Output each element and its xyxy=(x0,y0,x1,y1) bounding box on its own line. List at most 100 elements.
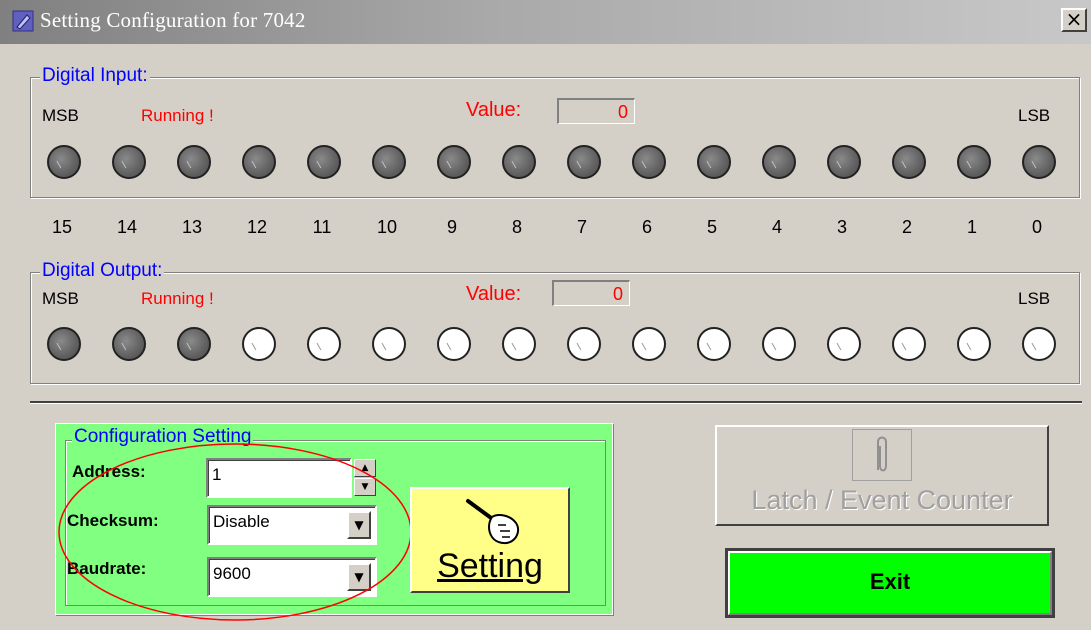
input-led-bit-9 xyxy=(437,145,471,179)
output-led-bit-4[interactable] xyxy=(762,327,796,361)
led-glint xyxy=(56,339,67,351)
output-led-bit-6[interactable] xyxy=(632,327,666,361)
bit-number-1: 1 xyxy=(966,217,977,237)
led-glint xyxy=(316,157,327,169)
output-led-bit-0[interactable] xyxy=(1022,327,1056,361)
bit-number-8: 8 xyxy=(511,217,522,237)
input-led-bit-11 xyxy=(307,145,341,179)
latch-event-counter-button[interactable]: Latch / Event Counter xyxy=(715,425,1049,526)
bit-number-7: 7 xyxy=(576,217,587,237)
bit-number-10: 10 xyxy=(376,217,398,237)
led-glint xyxy=(251,157,262,169)
bit-number-5: 5 xyxy=(706,217,717,237)
led-glint xyxy=(576,339,587,351)
led-glint xyxy=(966,339,977,351)
input-led-bit-2 xyxy=(892,145,926,179)
led-glint xyxy=(251,339,262,351)
digital-output-lsb: LSB xyxy=(1018,289,1051,308)
led-glint xyxy=(641,339,652,351)
output-led-bit-3[interactable] xyxy=(827,327,861,361)
output-led-bit-9[interactable] xyxy=(437,327,471,361)
output-led-bit-14[interactable] xyxy=(112,327,146,361)
output-led-bit-5[interactable] xyxy=(697,327,731,361)
digital-input-lsb: LSB xyxy=(1018,106,1051,125)
digital-input-status: Running ! xyxy=(141,106,214,125)
input-led-bit-4 xyxy=(762,145,796,179)
led-glint xyxy=(186,339,197,351)
led-glint xyxy=(316,339,327,351)
output-led-bit-11[interactable] xyxy=(307,327,341,361)
latch-event-counter-label: Latch / Event Counter xyxy=(751,485,1013,515)
input-led-bit-1 xyxy=(957,145,991,179)
led-glint xyxy=(121,157,132,169)
output-led-bit-1[interactable] xyxy=(957,327,991,361)
paperclip-icon xyxy=(852,429,912,481)
highlight-ellipse xyxy=(58,443,412,621)
led-glint xyxy=(966,157,977,169)
digital-input-value: 0 xyxy=(557,98,635,124)
exit-button[interactable]: Exit xyxy=(725,548,1055,618)
bit-number-11: 11 xyxy=(312,217,332,237)
led-glint xyxy=(186,157,197,169)
input-led-bit-13 xyxy=(177,145,211,179)
input-led-bit-5 xyxy=(697,145,731,179)
bit-number-13: 13 xyxy=(181,217,203,237)
led-glint xyxy=(1031,157,1042,169)
led-glint xyxy=(576,157,587,169)
led-glint xyxy=(836,157,847,169)
output-led-bit-10[interactable] xyxy=(372,327,406,361)
title-bar: Setting Configuration for 7042 × xyxy=(0,0,1091,44)
app-icon xyxy=(12,10,34,32)
input-led-bit-3 xyxy=(827,145,861,179)
bit-number-4: 4 xyxy=(771,217,782,237)
led-glint xyxy=(381,157,392,169)
bit-number-12: 12 xyxy=(246,217,268,237)
led-glint xyxy=(446,157,457,169)
input-led-bit-8 xyxy=(502,145,536,179)
led-glint xyxy=(771,157,782,169)
led-glint xyxy=(901,339,912,351)
output-led-bit-7[interactable] xyxy=(567,327,601,361)
input-led-bit-14 xyxy=(112,145,146,179)
digital-output-msb: MSB xyxy=(42,289,79,308)
led-glint xyxy=(836,339,847,351)
led-glint xyxy=(706,157,717,169)
setting-button[interactable]: Setting xyxy=(410,487,570,593)
separator xyxy=(30,401,1082,404)
led-glint xyxy=(121,339,132,351)
input-led-bit-0 xyxy=(1022,145,1056,179)
output-led-bit-2[interactable] xyxy=(892,327,926,361)
led-glint xyxy=(446,339,457,351)
close-button[interactable]: × xyxy=(1061,8,1087,32)
exit-button-label: Exit xyxy=(728,551,1052,615)
digital-output-title: Digital Output: xyxy=(40,260,165,281)
digital-input-msb: MSB xyxy=(42,106,79,125)
led-glint xyxy=(641,157,652,169)
led-glint xyxy=(381,339,392,351)
input-led-bit-7 xyxy=(567,145,601,179)
digital-output-status: Running ! xyxy=(141,289,214,308)
led-glint xyxy=(511,339,522,351)
output-led-bit-12[interactable] xyxy=(242,327,276,361)
bit-number-14: 14 xyxy=(116,217,138,237)
input-led-bit-12 xyxy=(242,145,276,179)
input-led-bit-6 xyxy=(632,145,666,179)
setting-button-label: Setting xyxy=(437,547,543,585)
pointing-hand-icon xyxy=(466,499,520,545)
input-led-bit-15 xyxy=(47,145,81,179)
output-led-bit-8[interactable] xyxy=(502,327,536,361)
output-led-bit-15[interactable] xyxy=(47,327,81,361)
bit-number-0: 0 xyxy=(1031,217,1042,237)
digital-input-group xyxy=(30,77,1080,198)
output-led-bit-13[interactable] xyxy=(177,327,211,361)
led-glint xyxy=(771,339,782,351)
window-title: Setting Configuration for 7042 xyxy=(40,8,306,32)
led-glint xyxy=(901,157,912,169)
led-glint xyxy=(1031,339,1042,351)
digital-input-title: Digital Input: xyxy=(40,65,150,86)
led-glint xyxy=(511,157,522,169)
input-led-bit-10 xyxy=(372,145,406,179)
digital-input-value-label: Value: xyxy=(466,99,522,121)
bit-number-3: 3 xyxy=(836,217,847,237)
led-glint xyxy=(706,339,717,351)
